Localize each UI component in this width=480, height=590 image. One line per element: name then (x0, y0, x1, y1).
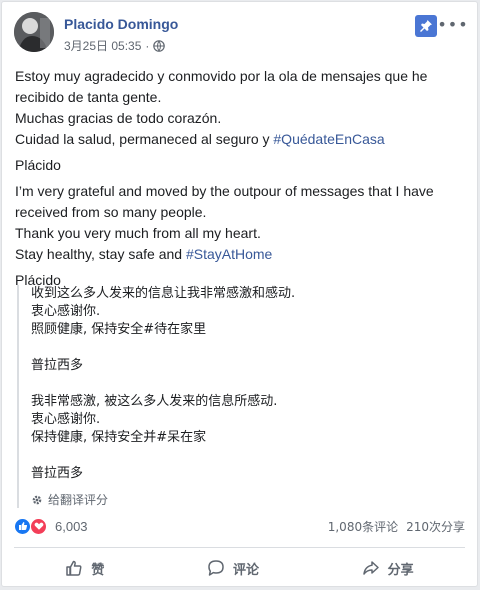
reactions-summary[interactable]: 6,003 (14, 517, 88, 535)
globe-icon[interactable] (153, 39, 166, 52)
comment-button[interactable]: 评论 (187, 555, 279, 582)
english-line-2: Thank you very much from all my heart. (15, 225, 261, 241)
translation-line: 收到这么多人发来的信息让我非常感激和感动. (31, 286, 296, 301)
hashtag-quedateencasa[interactable]: #QuédateEnCasa (273, 131, 384, 147)
spanish-line-1: Estoy muy agradecido y conmovido por la … (15, 68, 428, 105)
author-name[interactable]: Placido Domingo (64, 16, 178, 32)
like-label: 赞 (91, 562, 105, 578)
translation-signature: 普拉西多 (31, 358, 84, 373)
pin-icon[interactable] (415, 15, 437, 37)
post-card: Placido Domingo 3月25日 05:35 · ••• Estoy … (1, 1, 478, 587)
comment-label: 评论 (232, 562, 259, 578)
thumbs-up-icon (66, 560, 82, 576)
share-count[interactable]: 210次分享 (406, 518, 465, 535)
post-meta: 3月25日 05:35 · (64, 37, 166, 54)
share-icon (362, 561, 379, 575)
divider (14, 547, 465, 548)
english-text: I’m very grateful and moved by the outpo… (15, 181, 465, 265)
translation-gap (31, 375, 457, 393)
spanish-signature: Plácido (15, 157, 61, 173)
love-icon (30, 517, 47, 535)
translation-line: 我非常感激, 被这么多人发来的信息所感动. (31, 394, 278, 409)
spanish-text: Estoy muy agradecido y conmovido por la … (15, 66, 465, 150)
spanish-line-2: Muchas gracias de todo corazón. (15, 110, 222, 126)
timestamp[interactable]: 3月25日 05:35 (64, 37, 141, 54)
share-button[interactable]: 分享 (342, 555, 434, 582)
translation-line: 衷心感谢你. (31, 412, 101, 427)
spanish-line-3: Cuidad la salud, permaneced al seguro y (15, 131, 274, 147)
gear-icon (32, 495, 42, 504)
translation-signature: 普拉西多 (31, 466, 84, 481)
post-header: Placido Domingo 3月25日 05:35 · ••• (14, 12, 468, 60)
like-button[interactable]: 赞 (45, 555, 124, 582)
rate-translation-label[interactable]: 给翻译评分 (48, 491, 108, 508)
post-stats: 6,003 1,080条评论 210次分享 (14, 514, 465, 538)
like-icon (14, 517, 31, 535)
comment-icon (208, 560, 224, 576)
reaction-count[interactable]: 6,003 (55, 519, 88, 534)
hashtag-stayathome[interactable]: #StayAtHome (186, 246, 272, 262)
post-body: Estoy muy agradecido y conmovido por la … (15, 66, 465, 296)
action-bar: 赞 评论 分享 (14, 552, 465, 584)
share-label: 分享 (387, 562, 414, 578)
english-line-1: I’m very grateful and moved by the outpo… (15, 183, 434, 220)
comment-count[interactable]: 1,080条评论 (328, 518, 398, 535)
translation-line: 保持健康, 保持安全并#呆在家 (31, 430, 207, 445)
engagement-counts: 1,080条评论 210次分享 (328, 518, 465, 535)
meta-separator: · (145, 38, 150, 53)
more-options-icon[interactable]: ••• (437, 12, 467, 36)
translation-gap (31, 339, 457, 357)
translation-line: 照顾健康, 保持安全#待在家里 (31, 322, 207, 337)
translation-line: 衷心感谢你. (31, 304, 101, 319)
translation-gap (31, 447, 457, 465)
english-line-3: Stay healthy, stay safe and (15, 246, 186, 262)
avatar[interactable] (14, 12, 54, 52)
rate-translation[interactable]: 给翻译评分 (31, 491, 457, 508)
translation-block: 收到这么多人发来的信息让我非常感激和感动. 衷心感谢你. 照顾健康, 保持安全#… (17, 285, 457, 508)
